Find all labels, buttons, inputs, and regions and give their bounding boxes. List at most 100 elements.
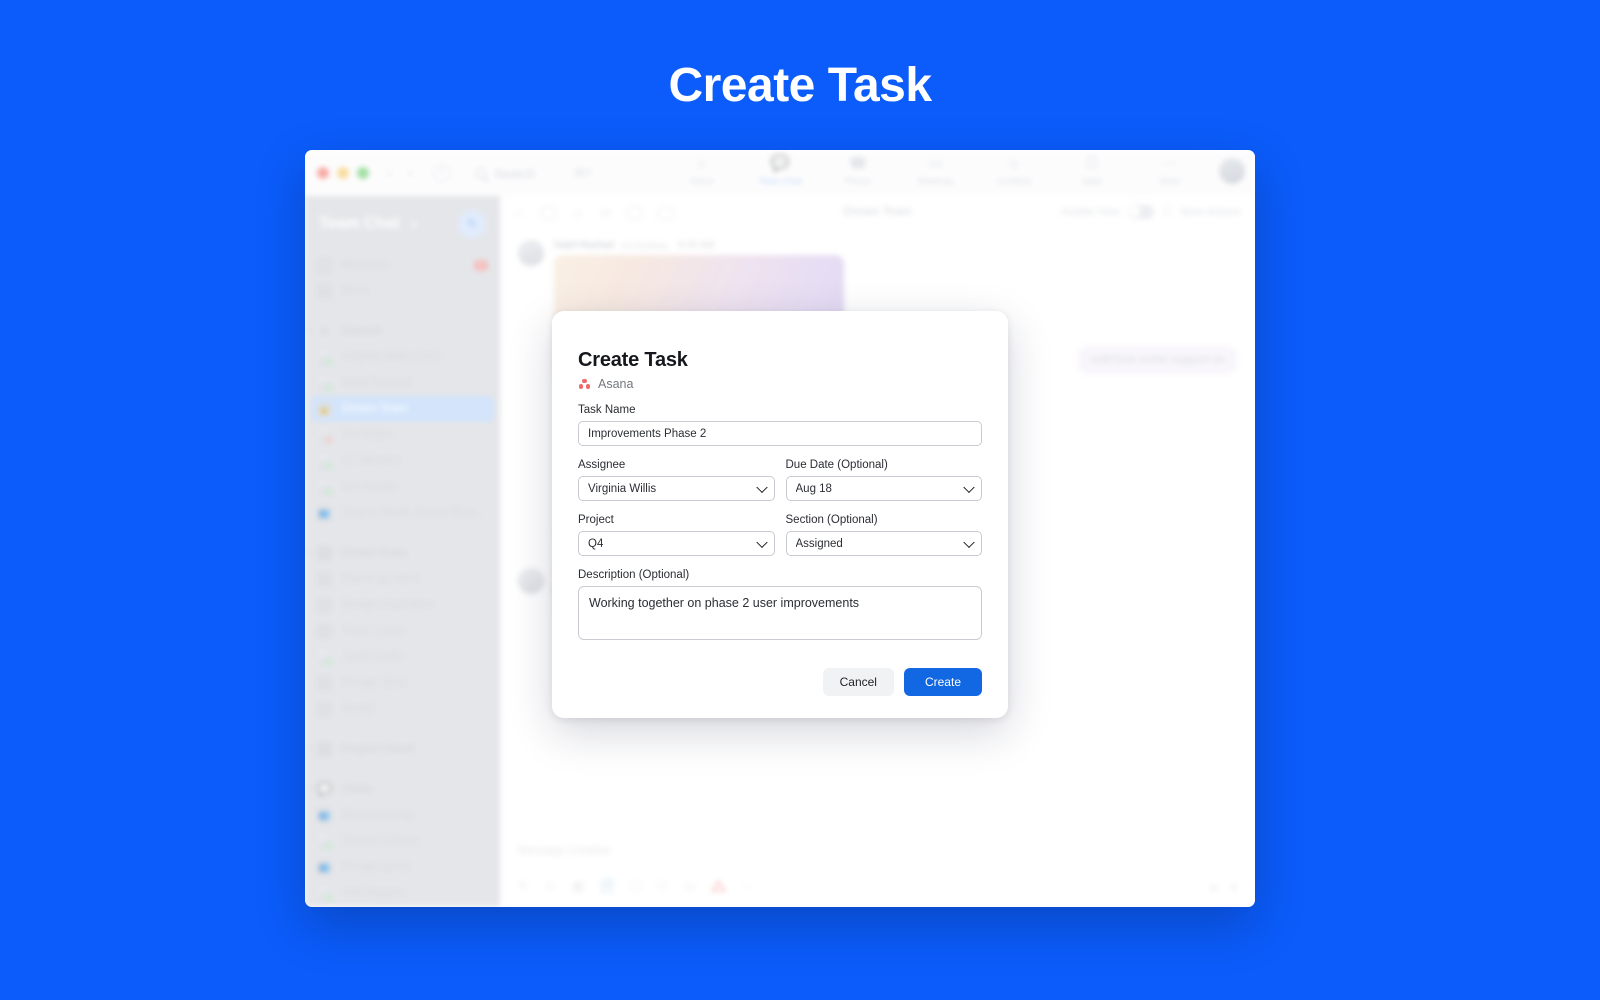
sidebar-item-label: Design syncs <box>342 861 411 873</box>
asana-icon <box>578 378 591 390</box>
more-apps-icon[interactable]: ⋯ <box>741 879 753 893</box>
gif-icon[interactable]: ▦ <box>572 879 583 893</box>
topnav-item-home[interactable]: ⌂ Home <box>677 153 727 187</box>
close-window-icon[interactable] <box>317 167 329 179</box>
topnav-label: Team Chat <box>758 176 802 186</box>
emoji-icon[interactable]: ☺ <box>544 879 556 893</box>
compose-button[interactable]: ✎ <box>458 210 486 238</box>
sidebar-item-mentions[interactable]: @ Mentions 1 <box>305 252 500 278</box>
sidebar-item-group-chat[interactable]: 👥 Shanie Blank, Daniel Bow... <box>305 500 500 526</box>
sidebar-item-label: Virginia Willis (You) <box>342 351 441 363</box>
cancel-button[interactable]: Cancel <box>822 668 894 696</box>
sidebar-item-standup-notes[interactable]: Stand-up notes <box>305 566 500 592</box>
section-label: Section (Optional) <box>785 514 878 526</box>
huddle-controls: Huddle View ⓘ More Actions <box>1061 204 1241 219</box>
avatar <box>518 568 544 594</box>
sidebar-item-virginia-willis[interactable]: Virginia Willis (You) <box>305 344 500 370</box>
assignee-select[interactable] <box>578 476 775 501</box>
sidebar-item-label: Design Sync <box>342 677 407 689</box>
traffic-lights <box>317 167 369 179</box>
sidebar-item-more[interactable]: ⋯ More <box>305 278 500 304</box>
asana-icon[interactable] <box>711 880 725 892</box>
history-clock-icon[interactable] <box>433 164 451 182</box>
assignee-duedate-row: Assignee Due Date (Optional) <box>578 459 982 501</box>
chevron-down-icon: ▾ <box>411 220 417 231</box>
sidebar-item-nabil-rashad[interactable]: Nabil Rashad <box>305 370 500 396</box>
avatar <box>518 240 544 266</box>
message-composer[interactable]: Message Creative ✎ ☺ ▦ 📄 ☐ ⚇ ▭ ⋯ ➤ ▾ <box>518 839 1237 899</box>
audio-icon[interactable]: ⚇ <box>657 879 668 893</box>
sidebar-item-dream-team[interactable]: 🔒 Dream Team <box>311 396 494 422</box>
topnav-label: Apps <box>1081 176 1103 186</box>
task-name-input[interactable] <box>578 421 982 446</box>
topnav-label: Contacts <box>996 176 1032 186</box>
sidebar-item-label: Mentions <box>342 259 389 271</box>
sidebar-item-social[interactable]: Social <box>305 696 500 722</box>
screenshot-icon[interactable]: ☐ <box>631 879 642 893</box>
window-titlebar: ‹ › Search ⌘F ⌂ Home 💬 Team Chat ☎ Phone… <box>305 150 1255 196</box>
section-select[interactable] <box>785 531 982 556</box>
sidebar-item-ada-nguyen[interactable]: Ada Nguyen <box>305 880 500 906</box>
avatar <box>317 649 333 666</box>
topnav-item-more[interactable]: ⋯ More <box>1145 153 1195 186</box>
sidebar-item-label: Starred <box>342 325 381 337</box>
chat-bubbles-icon: 💬 <box>770 155 790 172</box>
sidebar-item-tori-kojiro[interactable]: Tori Kojiro <box>305 422 500 448</box>
sidebar-section-chats[interactable]: ▾ 💬 Chats <box>305 776 500 802</box>
topnav-item-apps[interactable]: ☷ Apps <box>1067 153 1117 186</box>
huddle-view-toggle[interactable] <box>1127 204 1154 219</box>
format-text-icon[interactable]: ✎ <box>518 879 528 893</box>
minimize-window-icon[interactable] <box>337 167 349 179</box>
external-badge: EXTERNAL <box>622 240 671 251</box>
description-textarea[interactable] <box>578 586 982 640</box>
star-icon: ★ <box>318 323 331 338</box>
due-date-select[interactable] <box>785 476 982 501</box>
topnav-item-team-chat[interactable]: 💬 Team Chat <box>755 153 805 186</box>
sidebar-item-label: Chats <box>342 783 373 795</box>
sidebar-item-team-lunch[interactable]: Team Lunch <box>305 618 500 644</box>
sidebar-item-jamil-smith[interactable]: Jamil Smith <box>305 644 500 670</box>
topnav-item-phone[interactable]: ☎ Phone <box>833 153 883 186</box>
sidebar-item-label: Project Cloud <box>342 743 414 755</box>
sidebar-item-sheree-aubrey[interactable]: Sheree Aubrey <box>305 828 500 854</box>
sidebar-section-project-cloud[interactable]: ▸ Project Cloud <box>305 736 500 762</box>
file-icon[interactable]: 📄 <box>600 879 615 893</box>
nav-arrows[interactable]: ‹ › <box>387 165 413 182</box>
sidebar-item-kei-umeko[interactable]: Kei Umeko <box>305 474 500 500</box>
back-arrow-icon[interactable]: ‹ <box>387 165 392 182</box>
search-input[interactable]: Search ⌘F <box>475 166 593 181</box>
chat-icon: 💬 <box>317 782 332 796</box>
project-label: Project <box>578 514 614 526</box>
sidebar-section-starred[interactable]: ▾ ★ Starred <box>305 318 500 344</box>
video-message-icon[interactable]: ▭ <box>684 879 695 893</box>
sidebar-item-label: More <box>342 285 369 297</box>
sidebar-item-design-inspiration[interactable]: Design inspiration <box>305 592 500 618</box>
ellipsis-icon: ⋯ <box>317 283 332 299</box>
topnav-label: Meetings <box>917 176 955 186</box>
sidebar-item-label: Nabil Rashad <box>342 377 412 389</box>
topnav-item-meetings[interactable]: ▭ Meetings <box>911 153 961 186</box>
sidebar-item-design-sync[interactable]: Design Sync <box>305 670 500 696</box>
topnav-item-contacts[interactable]: ☺ Contacts <box>989 153 1039 187</box>
maximize-window-icon[interactable] <box>357 167 369 179</box>
more-actions-icon[interactable]: ⓘ <box>1162 204 1173 219</box>
send-icon[interactable]: ➤ <box>1209 881 1219 895</box>
sidebar-item-brainstorming[interactable]: 👥 Brainstorming <box>305 802 500 828</box>
sidebar-section-dream-team[interactable]: ▾ Dream Team <box>305 540 500 566</box>
project-select[interactable] <box>578 531 775 556</box>
create-button[interactable]: Create <box>903 668 982 696</box>
sidebar-item-design-syncs[interactable]: 👥 Design syncs <box>305 854 500 880</box>
huddle-view-label: Huddle View <box>1061 205 1120 218</box>
page-title: Create Task <box>668 59 932 112</box>
avatar <box>317 375 333 392</box>
person-icon: ☺ <box>1006 154 1022 172</box>
forward-arrow-icon[interactable]: › <box>408 165 413 182</box>
modal-title: Create Task <box>578 349 688 371</box>
send-options-icon[interactable]: ▾ <box>1231 881 1237 895</box>
sidebar-item-ct-wiseley[interactable]: CT Wiseley <box>305 448 500 474</box>
user-avatar[interactable] <box>1219 158 1245 184</box>
sidebar-title-group[interactable]: Team Chat ▾ <box>319 215 416 233</box>
